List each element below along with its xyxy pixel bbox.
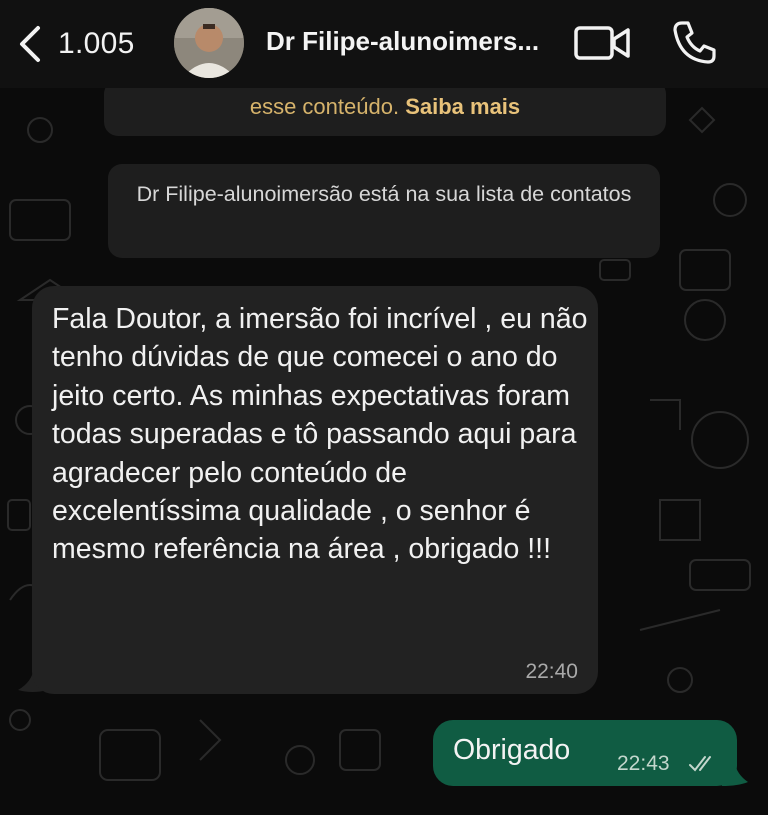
outgoing-bubble-tail: [722, 760, 748, 786]
incoming-message[interactable]: Fala Doutor, a imersão foi incrível , eu…: [32, 286, 598, 694]
video-call-button[interactable]: [574, 22, 632, 64]
contact-name[interactable]: Dr Filipe-alunoimers...: [266, 26, 556, 57]
outgoing-message-text: Obrigado: [453, 734, 571, 766]
contact-notice: Dr Filipe-alunoimersão está na sua lista…: [108, 164, 660, 258]
back-button[interactable]: 1.005: [14, 22, 144, 66]
learn-more-link[interactable]: Saiba mais: [405, 94, 520, 119]
voice-call-button[interactable]: [670, 18, 718, 66]
incoming-message-text: Fala Doutor, a imersão foi incrível , eu…: [52, 303, 588, 566]
incoming-message-time: 22:40: [525, 660, 578, 683]
chat-header: 1.005 Dr Filipe-alunoimers...: [0, 0, 768, 88]
contact-notice-text: Dr Filipe-alunoimersão está na sua lista…: [136, 182, 632, 206]
phone-icon: [673, 21, 716, 64]
double-check-icon: [689, 756, 711, 772]
video-camera-icon: [574, 26, 630, 60]
privacy-notice-text: esse conteúdo.: [249, 94, 400, 119]
unread-count: 1.005: [58, 27, 135, 60]
outgoing-message[interactable]: Obrigado 22:43: [433, 720, 737, 786]
outgoing-message-time: 22:43: [617, 752, 670, 775]
chevron-left-icon: [20, 26, 40, 62]
avatar[interactable]: [174, 8, 244, 78]
privacy-notice: esse conteúdo. Saiba mais: [104, 80, 666, 136]
